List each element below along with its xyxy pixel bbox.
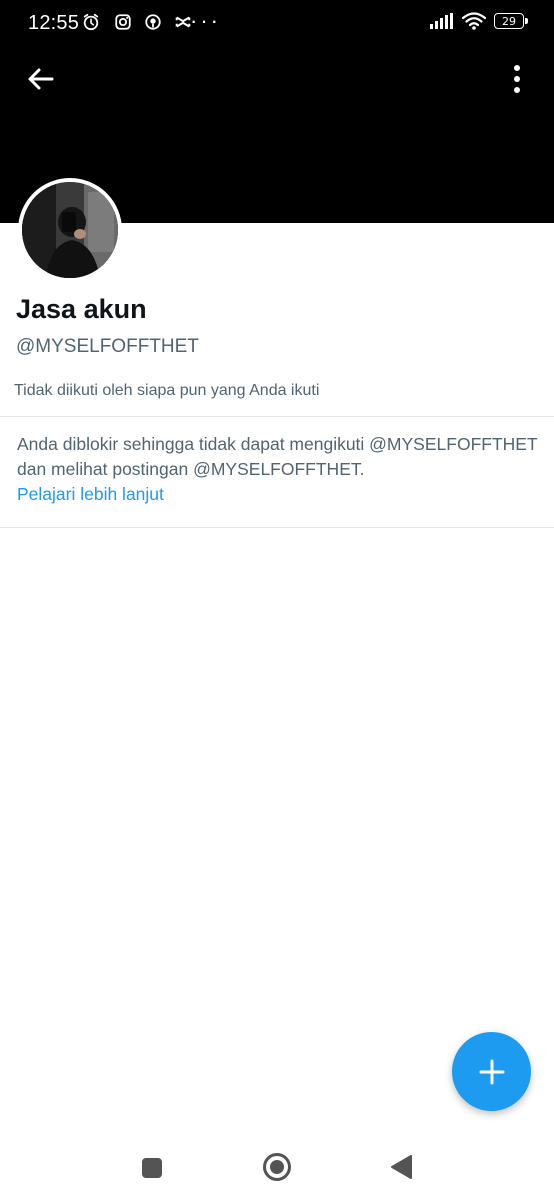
arrow-left-icon (28, 68, 54, 90)
recents-square-icon[interactable] (142, 1158, 162, 1178)
learn-more-link[interactable]: Pelajari lebih lanjut (17, 482, 547, 507)
blocked-notice: Anda diblokir sehingga tidak dapat mengi… (17, 432, 547, 507)
divider-bottom (0, 527, 554, 528)
compose-fab-button[interactable] (452, 1032, 531, 1111)
profile-avatar[interactable] (18, 178, 122, 282)
status-bar: 12:55 ··· 29 (0, 0, 554, 48)
status-icons-right: 29 (430, 12, 528, 30)
status-icons-left (82, 13, 192, 31)
back-triangle-icon[interactable] (390, 1154, 414, 1180)
profile-screen: 12:55 ··· 29 Jasa akun @MYSELFOFFTHET Ti… (0, 0, 554, 1200)
avatar-photo (22, 182, 118, 278)
home-circle-icon[interactable] (262, 1152, 292, 1182)
battery-level: 29 (502, 14, 516, 28)
status-time: 12:55 (28, 12, 80, 34)
battery-icon: 29 (494, 13, 528, 29)
display-name: Jasa akun (16, 294, 147, 324)
signal-icon (430, 13, 453, 29)
more-options-button[interactable] (504, 62, 530, 96)
avatar-image (22, 182, 118, 278)
location-icon (145, 14, 161, 30)
plus-icon (479, 1059, 504, 1084)
follow-info-text: Tidak diikuti oleh siapa pun yang Anda i… (14, 382, 320, 399)
instagram-icon (115, 14, 131, 30)
system-navbar (0, 1135, 554, 1200)
more-vertical-icon (514, 65, 520, 93)
wifi-icon (462, 12, 486, 30)
alarm-icon (83, 13, 99, 31)
battery-tip (525, 18, 528, 24)
blocked-notice-text: Anda diblokir sehingga tidak dapat mengi… (17, 434, 538, 479)
back-button[interactable] (24, 62, 58, 96)
status-overflow-dots: ··· (190, 8, 221, 33)
profile-handle: @MYSELFOFFTHET (16, 336, 199, 357)
divider-top (0, 416, 554, 417)
